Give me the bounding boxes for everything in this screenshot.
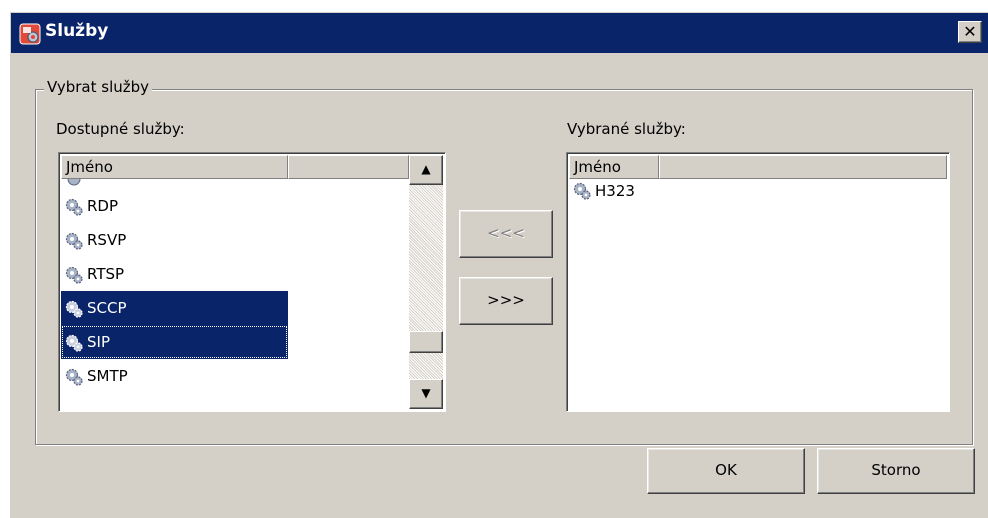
list-item-label: SCCP (87, 299, 127, 317)
list-item[interactable]: RTSP (61, 257, 288, 291)
gear-icon (573, 182, 591, 200)
cancel-button[interactable]: Storno (817, 448, 975, 494)
ok-button[interactable]: OK (647, 448, 805, 494)
list-item[interactable]: SCCP (61, 291, 288, 325)
column-header-name[interactable]: Jméno (61, 155, 288, 179)
column-header-name[interactable]: Jméno (569, 155, 659, 179)
available-services-label: Dostupné služby: (56, 120, 185, 138)
services-dialog: Služby ✕ Vybrat služby Dostupné služby: … (10, 12, 988, 518)
list-item-label: SIP (87, 333, 110, 351)
scroll-up-button[interactable]: ▲ (409, 155, 443, 185)
title-bar[interactable]: Služby ✕ (11, 13, 988, 53)
add-service-button[interactable]: >>> (459, 277, 553, 325)
selected-services-list[interactable]: Jméno H323 (566, 152, 950, 412)
list-item[interactable]: SMTP (61, 359, 288, 393)
available-list-scrollbar[interactable]: ▲ ▼ (409, 155, 443, 409)
scroll-thumb[interactable] (409, 331, 443, 353)
services-icon (19, 23, 41, 45)
list-item[interactable]: H323 (569, 177, 659, 205)
arrow-down-icon: ▼ (421, 386, 431, 400)
list-item[interactable]: SIP (61, 325, 288, 359)
gear-icon (65, 300, 83, 318)
list-item[interactable]: RDP (61, 189, 288, 223)
gear-icon (65, 334, 83, 352)
gear-icon (65, 232, 83, 250)
column-header-extra[interactable] (288, 155, 409, 179)
window-title: Služby (45, 21, 109, 41)
arrow-up-icon: ▲ (421, 162, 431, 176)
list-item[interactable]: RSVP (61, 223, 288, 257)
gear-icon (65, 266, 83, 284)
list-item-label: SMTP (87, 367, 128, 385)
gear-icon (65, 198, 83, 216)
scroll-down-button[interactable]: ▼ (409, 379, 443, 409)
list-item-label: H323 (595, 182, 635, 200)
list-item-label: RTSP (87, 265, 125, 283)
remove-service-button[interactable]: <<< (459, 210, 553, 258)
list-item-label: RDP (87, 197, 119, 215)
group-label: Vybrat služby (44, 78, 153, 96)
gear-icon (65, 368, 83, 386)
available-services-list[interactable]: Jméno RDP RSVP RTSP SCCP SIP SMTP ▲ ▼ (58, 152, 446, 412)
column-header-extra[interactable] (659, 155, 947, 179)
gear-icon (67, 179, 81, 186)
close-button[interactable]: ✕ (958, 21, 982, 43)
selected-services-label: Vybrané služby: (567, 120, 686, 138)
list-item-label: RSVP (87, 231, 127, 249)
close-icon: ✕ (963, 22, 977, 41)
